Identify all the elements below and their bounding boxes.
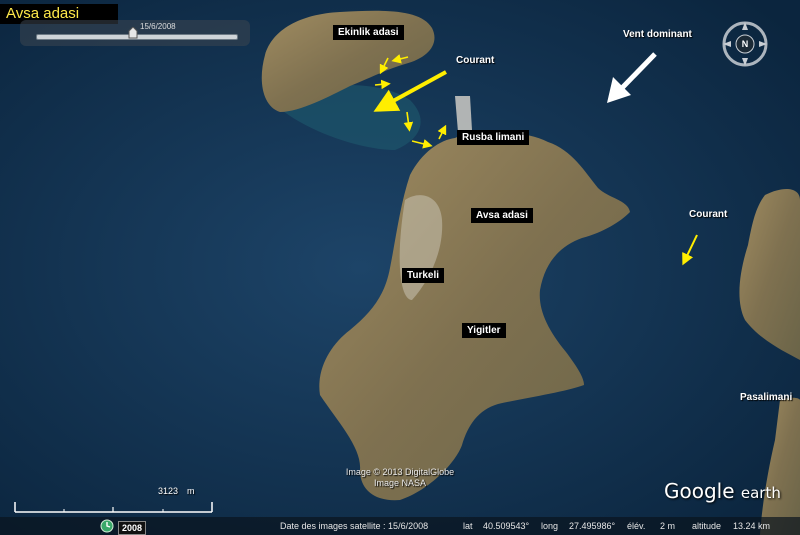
scale-ruler <box>14 502 213 513</box>
google-earth-logo: Google earth <box>664 479 781 503</box>
altitude-value: 13.24 km <box>733 521 771 531</box>
current-arrow-small-3 <box>374 79 391 90</box>
label-vent: Vent dominant <box>623 29 692 40</box>
long-value: 27.495986° <box>569 521 616 531</box>
logo-text: Google <box>664 479 735 503</box>
label-yigitler: Yigitler <box>462 323 506 338</box>
slider-date: 15/6/2008 <box>140 22 176 31</box>
slider-thumb-icon[interactable] <box>128 27 138 39</box>
scale-value: 3123 <box>158 486 179 496</box>
lat-label: lat <box>463 521 473 531</box>
imagery-year-badge[interactable]: 2008 <box>118 521 147 535</box>
label-courant-north: Courant <box>456 55 495 66</box>
time-slider[interactable]: 15/6/2008 <box>20 20 250 46</box>
compass-north-label: N <box>742 39 749 49</box>
status-bar: 2008 Date des images satellite : 15/6/20… <box>0 517 800 535</box>
scale-bar: 3123 m <box>14 484 214 514</box>
label-courant-east: Courant <box>689 209 728 220</box>
earth-viewer[interactable]: Avsa adasi 15/6/2008 Ekinlik adasi Coura… <box>0 0 800 535</box>
label-turkeli: Turkeli <box>402 268 445 283</box>
imagery-date: Date des images satellite : 15/6/2008 <box>280 521 429 531</box>
label-pasalimani: Pasalimani <box>740 392 793 403</box>
compass-icon[interactable]: N <box>718 17 772 71</box>
imagery-credits: Image © 2013 DigitalGlobe Image NASA <box>330 467 470 489</box>
elev-value: 2 m <box>660 521 676 531</box>
label-rusba: Rusba limani <box>457 130 530 145</box>
elev-label: élév. <box>627 521 646 531</box>
credit-line-1: Image © 2013 DigitalGlobe <box>345 467 455 477</box>
credit-line-2: Image NASA <box>373 478 427 488</box>
label-avsa: Avsa adasi <box>471 208 533 223</box>
history-clock-icon[interactable] <box>100 519 114 533</box>
satellite-map[interactable] <box>0 0 800 535</box>
long-label: long <box>541 521 559 531</box>
label-ekinlik: Ekinlik adasi <box>333 25 404 40</box>
logo-suffix: earth <box>740 484 781 502</box>
altitude-label: altitude <box>692 521 722 531</box>
scale-unit: m <box>187 486 195 496</box>
lat-value: 40.509543° <box>483 521 530 531</box>
